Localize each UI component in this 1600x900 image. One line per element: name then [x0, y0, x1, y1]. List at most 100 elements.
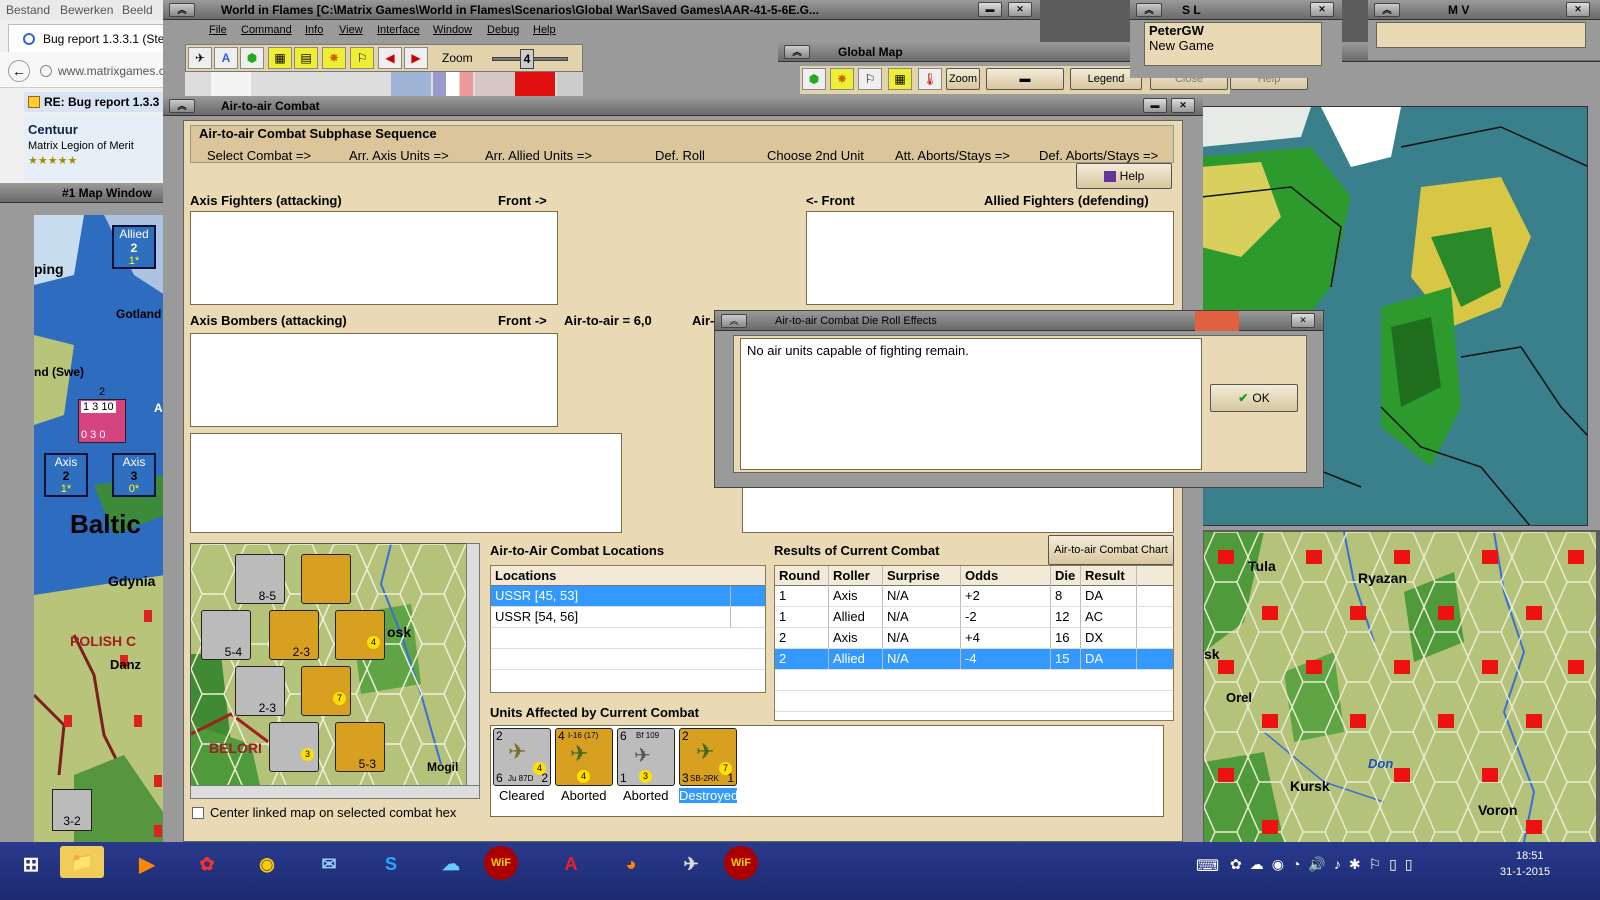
menu-window[interactable]: Window [433, 24, 472, 36]
help-button[interactable]: Help [1076, 163, 1172, 189]
gm-thermo-icon[interactable]: 🌡 [918, 68, 942, 90]
global-map-menu-icon[interactable]: ︽ [784, 45, 810, 59]
corner-unit[interactable]: 3-2 [52, 789, 92, 831]
combat-menu-icon[interactable]: ︽ [169, 99, 195, 113]
window-menu-icon[interactable]: ︽ [169, 3, 195, 17]
minimize-button[interactable]: ▬ [978, 2, 1002, 17]
mini-counter-4[interactable]: 2-3 [235, 666, 285, 716]
mv-titlebar[interactable]: ︽ M V ✕ [1368, 0, 1600, 20]
col-surprise[interactable]: Surprise [883, 566, 961, 586]
dialog-close-button[interactable]: ✕ [1291, 313, 1315, 328]
menu-file[interactable]: File [209, 24, 227, 36]
combat-restore-button[interactable]: ▬ [1143, 98, 1167, 113]
ok-button[interactable]: ✔ OK [1210, 384, 1298, 412]
arrow-right-icon[interactable]: ▶ [404, 47, 428, 69]
location-row[interactable]: USSR [54, 56] [491, 607, 765, 628]
menu-view[interactable]: View [339, 24, 363, 36]
right-map[interactable]: Tula Ryazan sk Orel Kursk Don Voron [1204, 532, 1596, 842]
axis-escort-box[interactable] [190, 433, 622, 533]
mini-map-hscroll[interactable] [190, 785, 480, 799]
zoom-value[interactable]: 4 [520, 49, 534, 69]
combat-titlebar[interactable]: ︽ Air-to-air Combat ▬ ✕ [163, 96, 1203, 116]
keyboard-icon[interactable]: ⌨ [1196, 856, 1219, 876]
font-a-icon[interactable]: A [214, 47, 238, 69]
menu-info[interactable]: Info [305, 24, 323, 36]
close-button[interactable]: ✕ [1008, 2, 1032, 17]
thread-title-bar[interactable]: RE: Bug report 1.3.3 [24, 92, 165, 112]
back-icon[interactable]: ← [8, 60, 30, 82]
allied-escort-box[interactable] [742, 481, 1174, 533]
clock-date[interactable]: 31-1-2015 [1500, 866, 1550, 878]
tray-icons[interactable]: ✿☁◉◔🔊♪✱⚐▯▯ [1230, 856, 1421, 873]
note-icon[interactable]: ▤ [294, 47, 318, 69]
map-window-canvas[interactable]: Allied 2 1* ping Gotland nd (Swe) 2 1 3 … [34, 215, 165, 843]
forum-user-name[interactable]: Centuur [28, 122, 78, 137]
mini-counter-5[interactable]: 3 [269, 722, 319, 772]
location-row[interactable]: USSR [45, 53] [491, 586, 765, 607]
explorer-icon[interactable]: 📁 [60, 846, 104, 878]
menu-bewerken[interactable]: Bewerken [60, 3, 113, 17]
unit-counter-sb2rk[interactable]: 2 ✈ 3 SB-2RK 1 7 [679, 728, 737, 786]
map-window-titlebar[interactable]: #1 Map Window [0, 183, 165, 203]
axis-bombers-box[interactable] [190, 333, 558, 427]
gm-ship-button[interactable]: ▬ [986, 68, 1064, 90]
browser-tab[interactable]: Bug report 1.3.3.1 (Stev [8, 24, 170, 52]
mini-counter-2[interactable]: 2-3 [269, 610, 319, 660]
flight-app-icon[interactable]: ✈ [666, 846, 716, 882]
results-row[interactable]: 1 Allied N/A -2 12 AC [775, 607, 1173, 628]
dialog-menu-icon[interactable]: ︽ [721, 314, 747, 328]
photo-app-icon[interactable]: ✿ [182, 846, 232, 882]
gm-grid-icon[interactable]: ▦ [888, 68, 912, 90]
flag-ussr-icon[interactable] [515, 72, 555, 98]
menu-interface[interactable]: Interface [377, 24, 420, 36]
results-row[interactable]: 2 Allied N/A -4 15 DA [775, 649, 1173, 670]
unit-counter-i16[interactable]: 4 I-16 (17) ✈ 4 [555, 728, 613, 786]
wif-icon-2[interactable]: WiF [724, 846, 758, 880]
menu-help[interactable]: Help [533, 24, 556, 36]
mini-counter-plane-3[interactable]: 7 [301, 666, 351, 716]
skype-icon[interactable]: S [366, 846, 416, 882]
gm-sun-icon[interactable]: ✸ [830, 68, 854, 90]
flag-china-icon[interactable] [557, 72, 583, 98]
results-row[interactable]: 1 Axis N/A +2 8 DA [775, 586, 1173, 607]
hex-icon[interactable]: ⬢ [240, 47, 264, 69]
mv-close-button[interactable]: ✕ [1566, 2, 1590, 17]
gm-flag-icon[interactable]: ⚐ [858, 68, 882, 90]
mini-counter-plane-2[interactable]: 4 [335, 610, 385, 660]
menu-command[interactable]: Command [241, 24, 292, 36]
col-result[interactable]: Result [1081, 566, 1137, 586]
flag-france-icon[interactable] [433, 72, 473, 98]
combat-close-button[interactable]: ✕ [1171, 98, 1195, 113]
col-odds[interactable]: Odds [961, 566, 1051, 586]
unit-stack[interactable]: 2 1 3 10 0 3 0 [78, 386, 126, 443]
start-windows-icon[interactable]: ⊞ [6, 846, 56, 882]
col-die[interactable]: Die [1051, 566, 1081, 586]
mv-menu-icon[interactable]: ︽ [1374, 3, 1400, 17]
mini-counter-6[interactable]: 5-3 [335, 722, 385, 772]
gm-hex-icon[interactable]: ⬢ [802, 68, 826, 90]
menu-debug[interactable]: Debug [487, 24, 519, 36]
flag-japan-icon[interactable] [211, 72, 251, 98]
acrobat-icon[interactable]: A [546, 846, 596, 882]
grid-icon[interactable]: ▦ [268, 47, 292, 69]
flag-uk-icon[interactable] [391, 72, 431, 98]
mini-counter-1[interactable]: 8-5 [235, 554, 285, 604]
flag-icon[interactable]: ⚐ [350, 47, 374, 69]
sl-menu-icon[interactable]: ︽ [1136, 3, 1162, 17]
cloud-app-icon[interactable]: ☁ [426, 846, 476, 882]
media-player-icon[interactable]: ▶ [122, 846, 172, 882]
col-roller[interactable]: Roller [829, 566, 883, 586]
allied-fighters-box[interactable] [806, 211, 1174, 305]
main-window-titlebar[interactable]: ︽ World in Flames [C:\Matrix Games\World… [163, 0, 1040, 20]
axis-fighters-box[interactable] [190, 211, 558, 305]
locations-header[interactable]: Locations [491, 566, 765, 586]
mini-map-vscroll[interactable] [466, 543, 480, 789]
flag-usa-icon[interactable] [475, 72, 515, 98]
url-field[interactable]: www.matrixgames.c [58, 64, 165, 78]
mini-counter-plane-1[interactable] [301, 554, 351, 604]
clock-time[interactable]: 18:51 [1516, 850, 1544, 862]
chrome-icon[interactable]: ◉ [242, 846, 292, 882]
wif-icon-1[interactable]: WiF [484, 846, 518, 880]
axis-control-marker-1[interactable]: Axis 2 1* [44, 453, 88, 497]
arrow-left-icon[interactable]: ◀ [378, 47, 402, 69]
